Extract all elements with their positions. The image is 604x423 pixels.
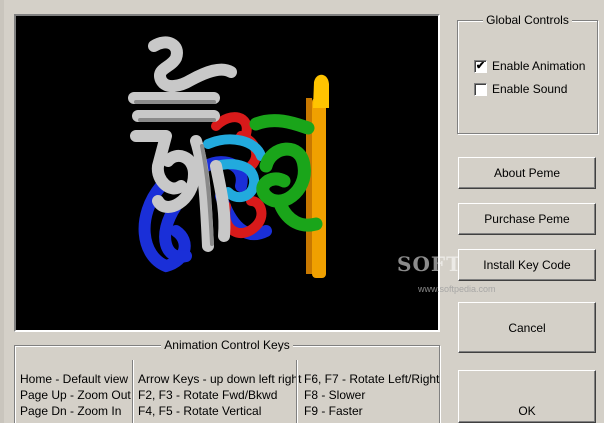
global-controls-title: Global Controls (483, 13, 572, 27)
watermark-url: www.softpedia.com (418, 284, 496, 294)
enable-animation-check-box[interactable]: ✔ (474, 59, 487, 73)
key-rotate-left-right: F6, F7 - Rotate Left/Right (304, 372, 440, 386)
key-default-view: Home - Default view (20, 372, 129, 386)
key-arrow-keys: Arrow Keys - up down left right (138, 372, 302, 386)
key-zoom-out: Page Up - Zoom Out (20, 388, 131, 402)
ok-button[interactable]: OK (458, 370, 596, 423)
about-peme-button[interactable]: About Peme (458, 157, 596, 189)
key-slower: F8 - Slower (304, 388, 366, 402)
install-key-code-button[interactable]: Install Key Code (458, 249, 596, 281)
window-left-edge (0, 0, 4, 423)
cancel-button[interactable]: Cancel (458, 302, 596, 353)
enable-animation-label: Enable Animation (492, 59, 586, 73)
tibetan-syllable-render (128, 36, 329, 278)
enable-animation-checkbox[interactable]: ✔ Enable Animation (474, 59, 585, 73)
global-controls-group: Global Controls (457, 13, 598, 134)
key-rotate-vertical: F4, F5 - Rotate Vertical (138, 404, 262, 418)
key-rotate-fwd-bkwd: F2, F3 - Rotate Fwd/Bkwd (138, 388, 278, 402)
purchase-peme-button[interactable]: Purchase Peme (458, 203, 596, 235)
keys-divider-2 (296, 360, 298, 423)
animation-keys-title: Animation Control Keys (161, 338, 293, 352)
keys-divider-1 (132, 360, 134, 423)
enable-sound-checkbox[interactable]: Enable Sound (474, 82, 567, 96)
animation-viewport[interactable] (14, 14, 440, 332)
key-zoom-in: Page Dn - Zoom In (20, 404, 122, 418)
key-faster: F9 - Faster (304, 404, 363, 418)
keys-column-3: F6, F7 - Rotate Left/Right F8 - Slower F… (304, 371, 439, 419)
enable-sound-label: Enable Sound (492, 82, 568, 96)
keys-column-1: Home - Default view Page Up - Zoom Out P… (20, 371, 131, 419)
enable-sound-check-box[interactable] (474, 82, 487, 96)
keys-column-2: Arrow Keys - up down left right F2, F3 -… (138, 371, 301, 419)
